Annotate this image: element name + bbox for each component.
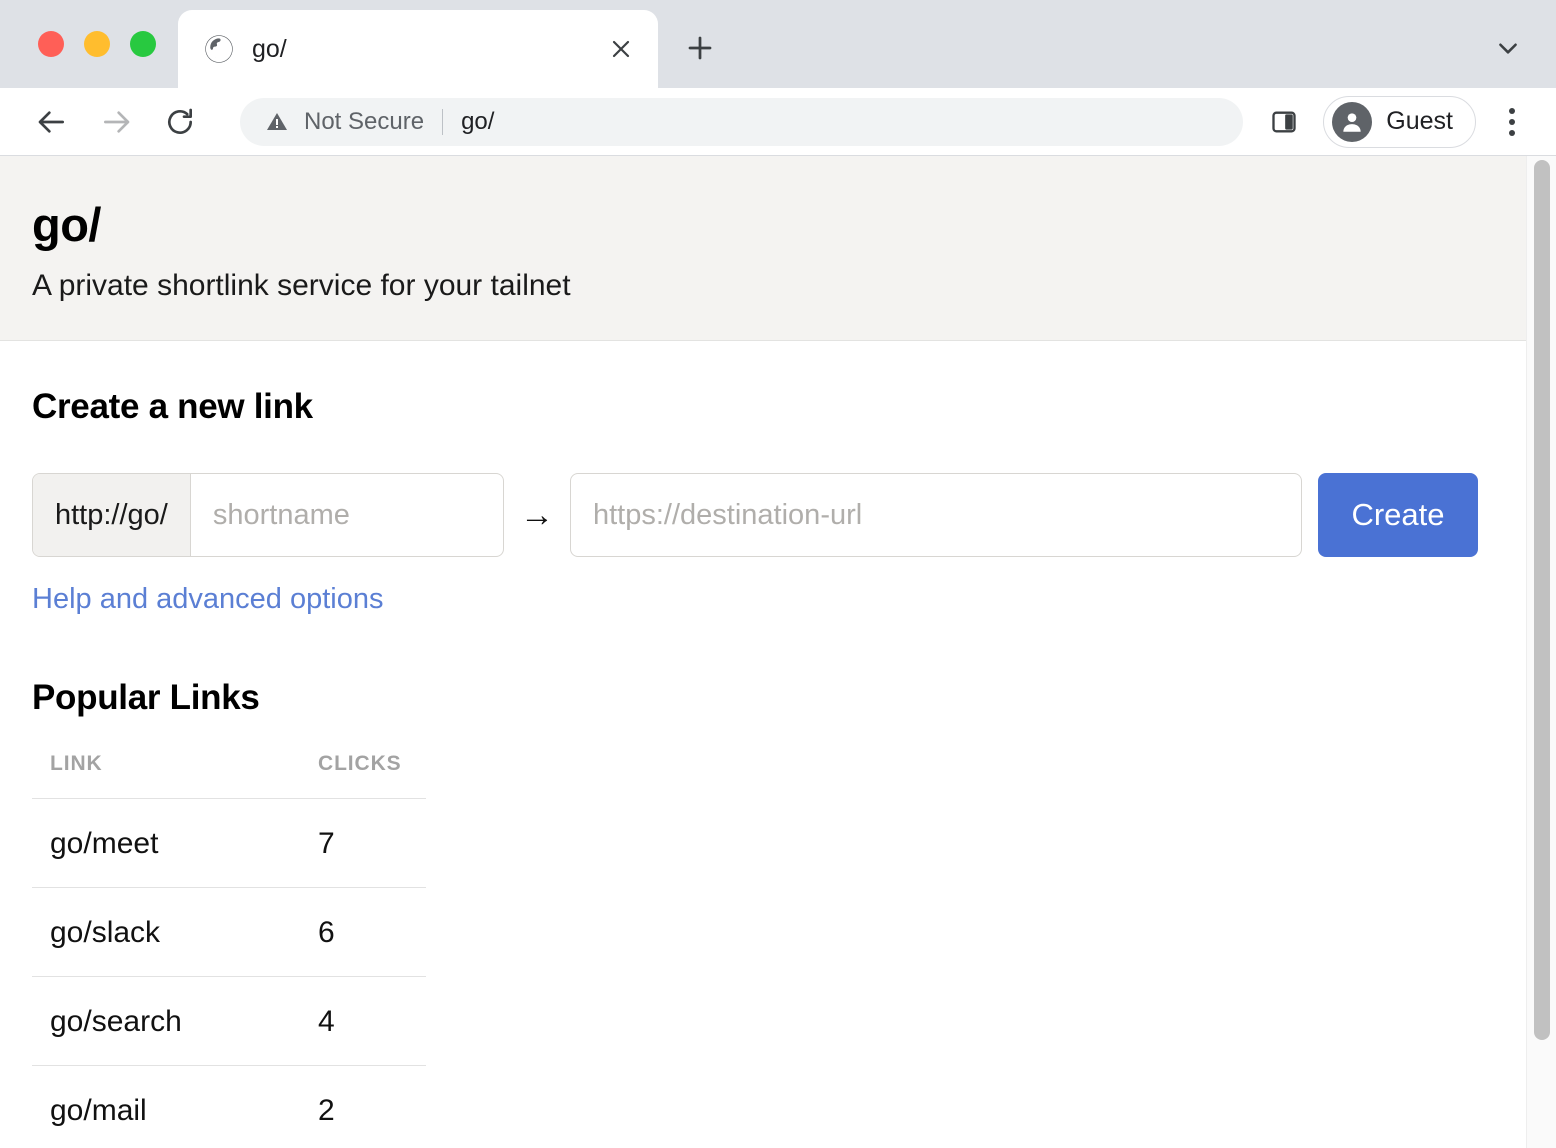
- arrow-right-icon: →: [520, 495, 554, 534]
- zoom-window-button[interactable]: [130, 31, 156, 57]
- column-header-clicks: CLICKS: [300, 752, 426, 800]
- page-content: go/ A private shortlink service for your…: [0, 156, 1526, 1148]
- create-link-form: http://go/ → Create: [32, 473, 1494, 558]
- cell-clicks: 7: [300, 798, 426, 889]
- close-window-button[interactable]: [38, 31, 64, 57]
- column-header-link: LINK: [32, 752, 300, 800]
- shortlink-prefix-label: http://go/: [33, 474, 191, 557]
- window-controls: [0, 0, 178, 88]
- cell-clicks: 2: [300, 1065, 426, 1148]
- main-content: Create a new link http://go/ → Create He…: [0, 341, 1526, 1148]
- table-row[interactable]: go/search 4: [32, 976, 426, 1067]
- security-status-text: Not Secure: [304, 107, 425, 135]
- cell-clicks: 4: [300, 976, 426, 1067]
- page-tagline: A private shortlink service for your tai…: [32, 269, 571, 303]
- popular-links-table: LINK CLICKS go/meet 7 go/slack 6 go/sear…: [32, 752, 426, 1148]
- cell-clicks: 6: [300, 887, 426, 978]
- profile-name: Guest: [1386, 107, 1453, 135]
- help-and-advanced-options-link[interactable]: Help and advanced options: [32, 583, 383, 616]
- page-viewport: go/ A private shortlink service for your…: [0, 156, 1556, 1148]
- chevron-down-icon[interactable]: [1484, 24, 1532, 72]
- globe-icon: [204, 34, 234, 64]
- warning-triangle-icon: [264, 109, 290, 135]
- browser-tab[interactable]: go/: [178, 10, 658, 88]
- table-row[interactable]: go/meet 7: [32, 798, 426, 889]
- cell-link[interactable]: go/search: [32, 976, 300, 1067]
- toolbar-right-actions: Guest: [1259, 95, 1538, 148]
- site-header: go/ A private shortlink service for your…: [0, 156, 1526, 342]
- table-header-row: LINK CLICKS: [32, 752, 426, 800]
- cell-link[interactable]: go/meet: [32, 798, 300, 889]
- account-avatar-icon: [1332, 101, 1373, 142]
- page-scrollbar[interactable]: [1526, 156, 1556, 1148]
- kebab-menu-icon[interactable]: [1486, 96, 1538, 148]
- omnibox-divider: [442, 108, 444, 135]
- table-row[interactable]: go/slack 6: [32, 887, 426, 978]
- browser-window: go/ Not Secure go/ Guest go/ A private s…: [0, 0, 1556, 1148]
- destination-url-input[interactable]: [570, 473, 1302, 558]
- address-bar[interactable]: Not Secure go/: [240, 97, 1244, 146]
- scrollbar-thumb[interactable]: [1534, 160, 1550, 1040]
- shortname-input[interactable]: [190, 474, 503, 557]
- close-tab-icon[interactable]: [602, 30, 640, 68]
- minimize-window-button[interactable]: [84, 31, 110, 57]
- url-text: go/: [461, 107, 495, 135]
- cell-link[interactable]: go/mail: [32, 1065, 300, 1148]
- back-arrow-icon[interactable]: [26, 96, 78, 148]
- create-button[interactable]: Create: [1318, 473, 1478, 558]
- table-row[interactable]: go/mail 2: [32, 1065, 426, 1148]
- create-link-heading: Create a new link: [32, 387, 313, 427]
- cell-link[interactable]: go/slack: [32, 887, 300, 978]
- profile-chip[interactable]: Guest: [1323, 95, 1476, 148]
- tab-strip: go/: [0, 0, 1556, 88]
- new-tab-button[interactable]: [672, 20, 728, 76]
- forward-arrow-icon: [90, 96, 142, 148]
- side-panel-icon[interactable]: [1259, 97, 1309, 147]
- shortname-field-group: http://go/: [32, 473, 504, 558]
- tab-title: go/: [252, 34, 287, 63]
- browser-toolbar: Not Secure go/ Guest: [0, 88, 1556, 156]
- page-title: go/: [32, 198, 101, 251]
- popular-links-heading: Popular Links: [32, 678, 260, 718]
- reload-icon[interactable]: [154, 96, 206, 148]
